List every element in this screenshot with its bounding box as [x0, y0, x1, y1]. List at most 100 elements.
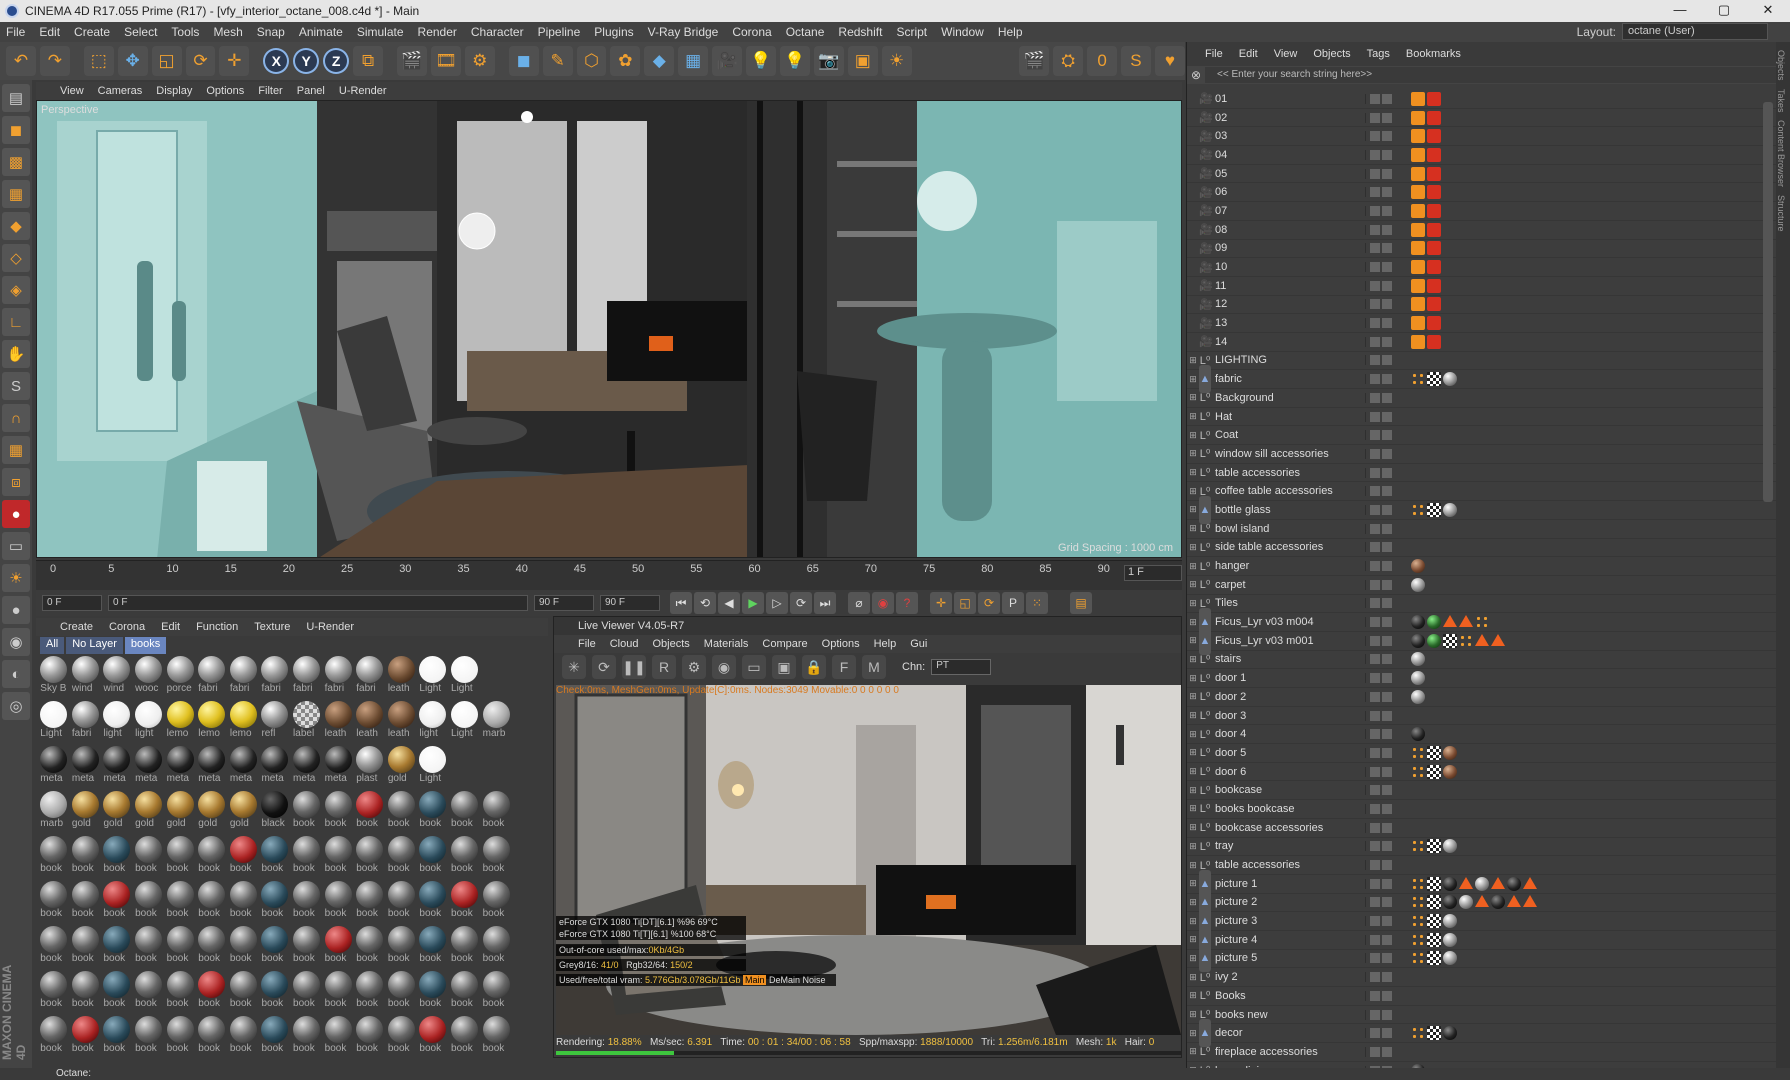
expand-toggle-icon[interactable]: ⊞: [1187, 523, 1199, 534]
material-item[interactable]: book: [101, 881, 133, 926]
protection-tag-icon[interactable]: [1411, 110, 1425, 125]
render-dot-icon[interactable]: [1382, 691, 1392, 702]
key-parameter-icon[interactable]: P: [1002, 592, 1024, 614]
material-preview-icon[interactable]: ◉: [712, 655, 736, 679]
side-tab-content-browser[interactable]: Content Browser: [1776, 120, 1786, 187]
object-row[interactable]: ⊞ L⁰ stairs: [1187, 651, 1777, 670]
close-button[interactable]: ✕: [1746, 0, 1790, 22]
go-to-start-icon[interactable]: ⏮: [670, 592, 692, 614]
expand-toggle-icon[interactable]: ⊞: [1187, 860, 1199, 871]
visibility-checkmark-icon[interactable]: [1370, 990, 1380, 1001]
menu-redshift[interactable]: Redshift: [838, 25, 882, 39]
material-item[interactable]: wooc: [133, 656, 165, 701]
object-row[interactable]: ⊞ L⁰ table accessories: [1187, 856, 1777, 875]
material-item[interactable]: book: [417, 836, 449, 881]
material-item[interactable]: light: [133, 701, 165, 746]
object-row[interactable]: ⊞ L⁰ coffee table accessories: [1187, 482, 1777, 502]
render-dot-icon[interactable]: [1382, 673, 1392, 684]
menu-select[interactable]: Select: [124, 25, 157, 39]
material-tab-books[interactable]: books: [124, 637, 167, 654]
object-row[interactable]: ⊞ L⁰ door 1: [1187, 669, 1777, 688]
visibility-checkmark-icon[interactable]: [1370, 262, 1380, 273]
visibility-checkmark-icon[interactable]: [1370, 355, 1380, 366]
material-menu-create[interactable]: Create: [60, 621, 93, 633]
material-item[interactable]: book: [228, 971, 260, 1016]
object-row[interactable]: ⊞ L⁰ bookcase: [1187, 781, 1777, 801]
visibility-flags[interactable]: [1365, 990, 1405, 1001]
visibility-flags[interactable]: [1365, 972, 1405, 983]
visibility-checkmark-icon[interactable]: [1370, 916, 1380, 927]
viewport-menu-display[interactable]: Display: [156, 85, 192, 97]
uvw-tag-icon[interactable]: [1427, 914, 1441, 929]
material-item[interactable]: gold: [101, 791, 133, 836]
visibility-checkmark-icon[interactable]: [1370, 841, 1380, 852]
visibility-checkmark-icon[interactable]: [1370, 430, 1380, 441]
visibility-checkmark-icon[interactable]: [1370, 93, 1380, 104]
object-row[interactable]: ⊞ ▲ picture 5: [1187, 944, 1777, 973]
octane-sun-icon[interactable]: ☀: [881, 46, 912, 76]
visibility-flags[interactable]: [1365, 486, 1405, 497]
material-item[interactable]: book: [70, 836, 102, 881]
material-item[interactable]: meta: [291, 746, 323, 791]
side-tab-takes[interactable]: Takes: [1776, 89, 1786, 113]
menu-pipeline[interactable]: Pipeline: [538, 25, 581, 39]
object-row[interactable]: 🎥 09: [1187, 240, 1777, 259]
prev-key-icon[interactable]: ⟲: [694, 592, 716, 614]
render-dot-icon[interactable]: [1382, 654, 1392, 665]
visibility-checkmark-icon[interactable]: [1370, 673, 1380, 684]
material-item[interactable]: book: [291, 791, 323, 836]
uvw-tag-icon[interactable]: [1427, 839, 1441, 854]
visibility-checkmark-icon[interactable]: [1370, 504, 1380, 515]
material-item[interactable]: label: [291, 701, 323, 746]
protection-tag-icon[interactable]: [1411, 222, 1425, 237]
viewport-menu-view[interactable]: View: [60, 85, 84, 97]
material-item[interactable]: meta: [322, 746, 354, 791]
psr-reset-icon[interactable]: 0: [1087, 46, 1118, 76]
expand-toggle-icon[interactable]: ⊞: [1187, 710, 1199, 721]
octane-render-target-icon[interactable]: ▣: [847, 46, 878, 76]
visibility-flags[interactable]: [1365, 598, 1405, 609]
menu-create[interactable]: Create: [74, 25, 110, 39]
material-item[interactable]: book: [164, 1016, 196, 1061]
menu-file[interactable]: File: [6, 25, 25, 39]
render-dot-icon[interactable]: [1382, 542, 1392, 553]
material-tag-icon[interactable]: [1443, 839, 1457, 854]
side-tab-structure[interactable]: Structure: [1776, 195, 1786, 232]
material-item[interactable]: gold: [70, 791, 102, 836]
material-item[interactable]: book: [133, 926, 165, 971]
protection-tag-icon[interactable]: [1411, 203, 1425, 218]
octane-camera-tag-icon[interactable]: [1427, 241, 1441, 256]
octane-camera-tag-icon[interactable]: [1427, 316, 1441, 331]
visibility-flags[interactable]: [1365, 766, 1405, 777]
scale-icon[interactable]: ◱: [151, 46, 182, 76]
expand-toggle-icon[interactable]: ⊞: [1187, 822, 1199, 833]
expand-toggle-icon[interactable]: ⊞: [1187, 1046, 1199, 1057]
visibility-flags[interactable]: [1365, 392, 1405, 403]
visibility-flags[interactable]: [1365, 243, 1405, 254]
expand-toggle-icon[interactable]: ⊞: [1187, 598, 1199, 609]
visibility-flags[interactable]: [1365, 561, 1405, 572]
render-dot-icon[interactable]: [1382, 243, 1392, 254]
render-dot-icon[interactable]: [1382, 1028, 1392, 1039]
autokey-icon[interactable]: ⌀: [848, 592, 870, 614]
visibility-flags[interactable]: [1365, 710, 1405, 721]
visibility-checkmark-icon[interactable]: [1370, 187, 1380, 198]
selection-tag-icon[interactable]: [1411, 372, 1425, 387]
expand-toggle-icon[interactable]: ⊞: [1187, 392, 1199, 403]
visibility-flags[interactable]: [1365, 523, 1405, 534]
phong-tag-icon[interactable]: [1459, 615, 1473, 628]
object-row[interactable]: ⊞ ▲ picture 2: [1187, 888, 1777, 917]
material-item[interactable]: book: [70, 881, 102, 926]
material-item[interactable]: book: [322, 881, 354, 926]
object-row[interactable]: 🎥 03: [1187, 127, 1777, 147]
material-item[interactable]: book: [417, 971, 449, 1016]
render-picture-viewer-icon[interactable]: 🎞: [430, 46, 461, 76]
object-row[interactable]: ⊞ L⁰ window sill accessories: [1187, 445, 1777, 464]
render-dot-icon[interactable]: [1382, 93, 1392, 104]
expand-toggle-icon[interactable]: ⊞: [1187, 729, 1199, 740]
cube-icon[interactable]: ◼: [508, 46, 539, 76]
visibility-flags[interactable]: [1365, 374, 1405, 385]
material-item[interactable]: book: [259, 971, 291, 1016]
render-dot-icon[interactable]: [1382, 168, 1392, 179]
visibility-checkmark-icon[interactable]: [1370, 542, 1380, 553]
